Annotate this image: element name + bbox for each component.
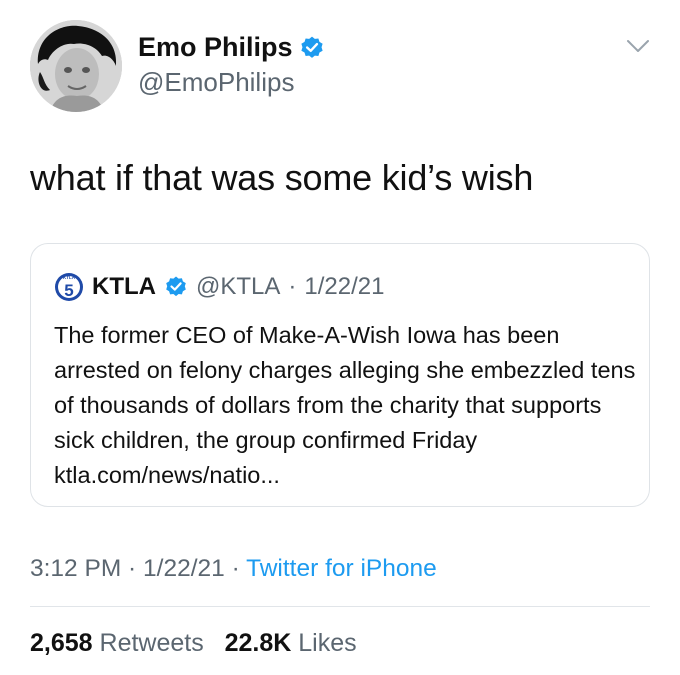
- tweet-stats: 2,658 Retweets 22.8K Likes: [30, 629, 357, 658]
- tweet-text: what if that was some kid’s wish: [30, 157, 534, 198]
- separator: ·: [121, 555, 144, 582]
- ktla-logo-number: 5: [64, 281, 73, 300]
- likes-label: Likes: [298, 629, 357, 657]
- source-link[interactable]: Twitter for iPhone: [246, 555, 437, 582]
- tweet-meta: 3:12 PM · 1/22/21 · Twitter for iPhone: [30, 555, 437, 583]
- quoted-tweet-body: The former CEO of Make-A-Wish Iowa has b…: [54, 322, 636, 488]
- separator: ·: [224, 555, 247, 582]
- author-handle[interactable]: @EmoPhilips: [138, 67, 294, 98]
- quoted-author-handle[interactable]: @KTLA: [196, 273, 280, 301]
- profile-photo-icon: [30, 20, 122, 112]
- ktla-logo-icon: KTLA 5: [55, 273, 83, 301]
- ktla-logo-small-text: KTLA: [63, 275, 76, 280]
- tweet-date: 1/22/21: [143, 555, 225, 582]
- retweets-count: 2,658: [30, 629, 93, 657]
- quoted-tweet[interactable]: KTLA 5 KTLA @KTLA · 1/22/21 The former C…: [30, 243, 650, 507]
- quoted-tweet-header: KTLA 5 KTLA @KTLA · 1/22/21: [54, 272, 384, 302]
- author-name[interactable]: Emo Philips: [138, 32, 293, 63]
- quoted-author-name[interactable]: KTLA: [92, 273, 156, 301]
- retweets-label: Retweets: [99, 629, 204, 657]
- separator: ·: [288, 273, 297, 300]
- divider: [30, 606, 650, 607]
- avatar[interactable]: [30, 20, 122, 112]
- author-name-row[interactable]: Emo Philips: [138, 32, 325, 63]
- chevron-down-icon[interactable]: [626, 36, 650, 56]
- verified-badge-icon: [166, 276, 186, 297]
- likes-stat[interactable]: 22.8K Likes: [225, 629, 357, 657]
- retweets-stat[interactable]: 2,658 Retweets: [30, 629, 204, 657]
- likes-count: 22.8K: [224, 629, 292, 657]
- verified-badge-icon: [300, 36, 323, 58]
- quoted-date[interactable]: 1/22/21: [304, 273, 384, 301]
- tweet-time: 3:12 PM: [30, 555, 122, 582]
